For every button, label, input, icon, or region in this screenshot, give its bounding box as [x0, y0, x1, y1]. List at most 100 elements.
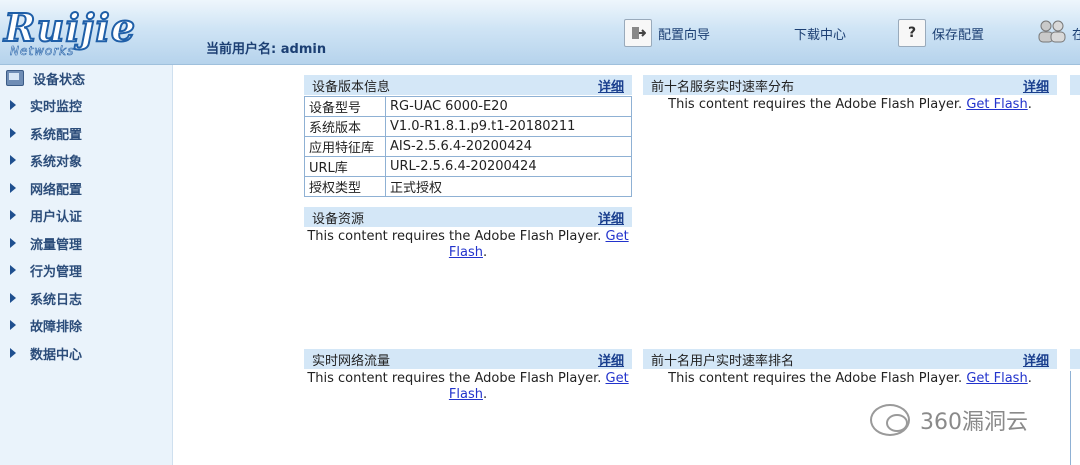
- sidebar-item-label: 实时监控: [30, 99, 83, 115]
- table-row: 授权类型 正式授权: [304, 176, 632, 197]
- get-link[interactable]: Get: [606, 229, 629, 244]
- sidebar-item-label: 用户认证: [30, 209, 83, 225]
- table-row: 设备型号 RG-UAC 6000-E20: [304, 96, 632, 117]
- logo-subtext: Networks: [10, 44, 75, 59]
- flash-message: This content requires the Adobe Flash Pl…: [668, 371, 963, 386]
- table-value: URL-2.5.6.4-20200424: [385, 156, 632, 177]
- sidebar-item-device-status[interactable]: 设备状态: [0, 66, 172, 90]
- table-row: URL库 URL-2.5.6.4-20200424: [304, 156, 632, 177]
- sidebar-item-system-objects[interactable]: 系统对象: [0, 148, 172, 172]
- table-key: 应用特征库: [304, 136, 386, 157]
- panel-header: 实时网络流量 详细: [304, 349, 632, 369]
- save-config-label: 保存配置: [932, 27, 985, 43]
- flash-message: This content requires the Adobe Flash Pl…: [307, 371, 602, 386]
- arrow-icon: [10, 348, 16, 358]
- realtime-traffic-panel: 实时网络流量 详细 This content requires the Adob…: [304, 349, 632, 403]
- sidebar-item-realtime-monitor[interactable]: 实时监控: [0, 93, 172, 117]
- panel-title: 实时网络流量: [312, 353, 391, 369]
- chat-bubble-icon: [870, 404, 910, 436]
- table-value: 正式授权: [385, 176, 632, 197]
- arrow-icon: [10, 293, 16, 303]
- table-value: V1.0-R1.8.1.p9.t1-20180211: [385, 116, 632, 137]
- sidebar-item-label: 设备状态: [33, 72, 86, 88]
- sidebar: 设备状态 实时监控 系统配置 系统对象 网络配置 用户认证 流量管理 行为管理 …: [0, 65, 173, 465]
- get-flash-link[interactable]: Get Flash: [966, 371, 1027, 386]
- arrow-icon: [10, 238, 16, 248]
- arrow-icon: [10, 265, 16, 275]
- online-users-button[interactable]: 在: [1036, 18, 1080, 48]
- watermark: 360漏洞云: [870, 404, 1028, 436]
- logo-text: Ruijie: [3, 5, 137, 50]
- arrow-icon: [10, 128, 16, 138]
- sidebar-item-system-config[interactable]: 系统配置: [0, 121, 172, 145]
- online-users-label: 在: [1072, 27, 1080, 43]
- config-wizard-label: 配置向导: [658, 27, 711, 43]
- panel-title: 前十名服务实时速率分布: [651, 79, 795, 95]
- sidebar-item-behavior-management[interactable]: 行为管理: [0, 258, 172, 282]
- config-wizard-button[interactable]: 配置向导: [624, 18, 710, 48]
- details-link[interactable]: 详细: [598, 208, 624, 227]
- sidebar-item-label: 故障排除: [30, 319, 83, 335]
- get-link[interactable]: Get: [606, 371, 629, 386]
- save-config-button[interactable]: ? 保存配置: [898, 18, 984, 48]
- version-info-panel: 设备版本信息 详细 设备型号 RG-UAC 6000-E20 系统版本 V1.0…: [304, 75, 632, 197]
- table-row: 应用特征库 AIS-2.5.6.4-20200424: [304, 136, 632, 157]
- watermark-text: 360漏洞云: [920, 410, 1028, 435]
- sidebar-item-label: 网络配置: [30, 182, 83, 198]
- download-center-label: 下载中心: [794, 27, 847, 43]
- arrow-icon: [10, 183, 16, 193]
- flash-placeholder: This content requires the Adobe Flash Pl…: [307, 229, 629, 260]
- table-value: AIS-2.5.6.4-20200424: [385, 136, 632, 157]
- panel-title: 设备资源: [312, 211, 365, 227]
- sidebar-item-traffic-management[interactable]: 流量管理: [0, 231, 172, 255]
- table-row: 系统版本 V1.0-R1.8.1.p9.t1-20180211: [304, 116, 632, 137]
- sidebar-item-user-auth[interactable]: 用户认证: [0, 203, 172, 227]
- sidebar-item-network-config[interactable]: 网络配置: [0, 176, 172, 200]
- details-link[interactable]: 详细: [598, 350, 624, 369]
- current-username: admin: [280, 42, 327, 57]
- sidebar-item-data-center[interactable]: 数据中心: [0, 341, 172, 365]
- current-user: 当前用户名: admin: [206, 38, 326, 57]
- panel-title: 前十名用户实时速率排名: [651, 353, 795, 369]
- flash-placeholder: This content requires the Adobe Flash Pl…: [668, 97, 1032, 112]
- panel-header: 设备资源 详细: [304, 207, 632, 227]
- flash-placeholder: This content requires the Adobe Flash Pl…: [668, 371, 1032, 386]
- panel-title: 设备版本信息: [312, 79, 391, 95]
- flash-placeholder: This content requires the Adobe Flash Pl…: [307, 371, 629, 402]
- top-user-rate-panel: 前十名用户实时速率排名 详细 This content requires the…: [643, 349, 1057, 387]
- flash-link[interactable]: Flash: [449, 387, 483, 402]
- version-info-table: 设备型号 RG-UAC 6000-E20 系统版本 V1.0-R1.8.1.p9…: [304, 96, 632, 197]
- get-flash-link[interactable]: Get Flash: [966, 97, 1027, 112]
- panel-header: 前十名服务实时速率分布 详细: [643, 75, 1057, 95]
- panel-header: 前十名用户实时速率排名 详细: [643, 349, 1057, 369]
- flash-message: This content requires the Adobe Flash Pl…: [668, 97, 963, 112]
- flash-message: This content requires the Adobe Flash Pl…: [307, 229, 602, 244]
- flash-link[interactable]: Flash: [449, 245, 483, 260]
- partial-panel-header: [1070, 75, 1080, 95]
- details-link[interactable]: 详细: [1023, 350, 1049, 369]
- details-link[interactable]: 详细: [1023, 76, 1049, 95]
- sidebar-item-system-log[interactable]: 系统日志: [0, 286, 172, 310]
- table-key: 授权类型: [304, 176, 386, 197]
- table-value: RG-UAC 6000-E20: [385, 96, 632, 117]
- users-icon: [1036, 18, 1068, 48]
- arrow-icon: [10, 320, 16, 330]
- top-header: Ruijie Networks 当前用户名: admin 配置向导 下载中心 ?…: [0, 0, 1080, 65]
- wizard-icon: [624, 19, 652, 47]
- current-user-label: 当前用户名:: [206, 42, 277, 57]
- sidebar-item-label: 流量管理: [30, 237, 83, 253]
- arrow-icon: [10, 210, 16, 220]
- sidebar-item-label: 系统对象: [30, 154, 83, 170]
- partial-panel-header: [1070, 349, 1080, 369]
- help-icon: ?: [898, 19, 926, 47]
- sidebar-item-label: 系统日志: [30, 292, 83, 308]
- monitor-icon: [6, 70, 24, 86]
- ruijie-logo: Ruijie Networks: [3, 5, 170, 59]
- panel-header: 设备版本信息 详细: [304, 75, 632, 95]
- sidebar-item-troubleshooting[interactable]: 故障排除: [0, 313, 172, 337]
- details-link[interactable]: 详细: [598, 76, 624, 95]
- download-center-button[interactable]: 下载中心: [794, 18, 846, 48]
- sidebar-item-label: 数据中心: [30, 347, 83, 363]
- sidebar-item-label: 系统配置: [30, 127, 83, 143]
- sidebar-item-label: 行为管理: [30, 264, 83, 280]
